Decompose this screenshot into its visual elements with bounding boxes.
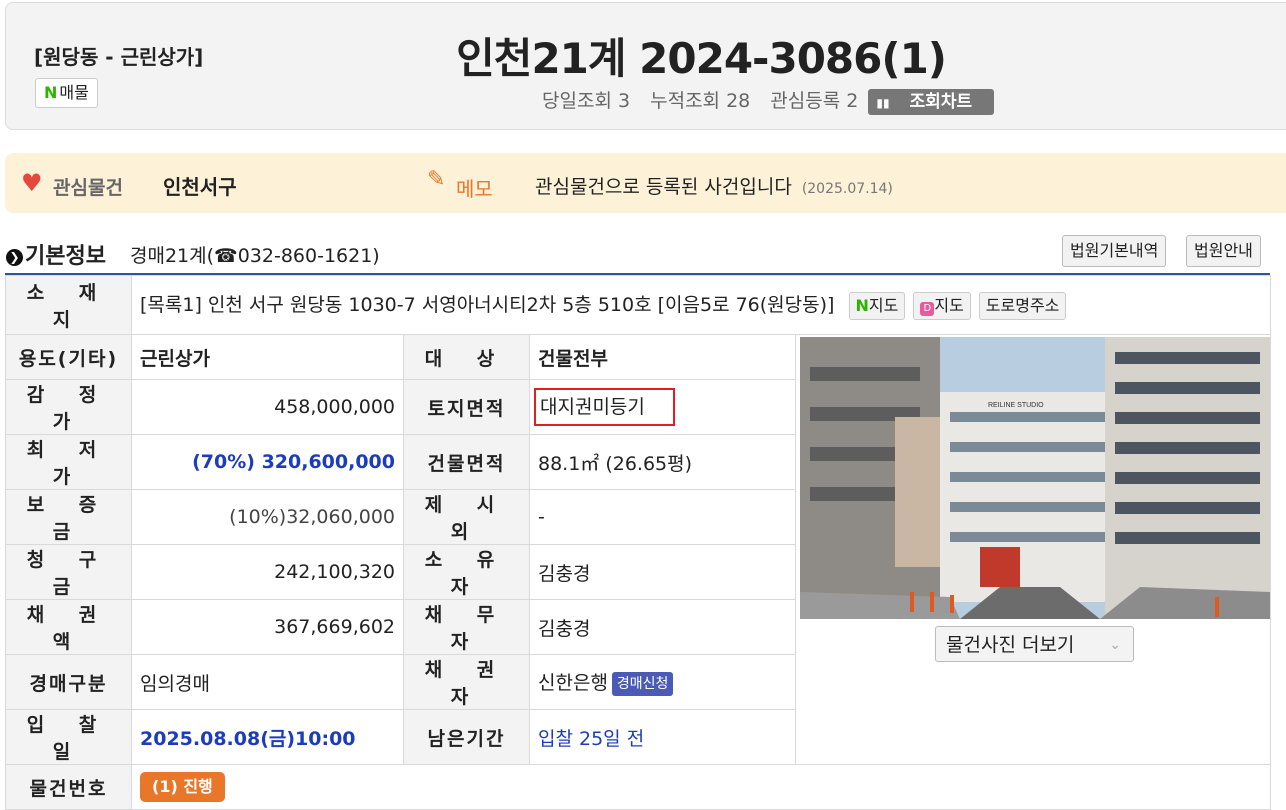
more-photos-button[interactable]: 물건사진 더보기 ⌄: [935, 626, 1134, 662]
view-chart-label: 조회차트: [909, 91, 973, 112]
debtor-value: 김충경: [529, 599, 796, 655]
building-area-value: 88.1㎡ (26.65평): [529, 434, 796, 490]
appraisal-label: 감 정 가: [5, 379, 132, 435]
item-number-cell: (1) 진행: [130, 764, 1272, 810]
creditor-value: 신한은행: [538, 672, 608, 695]
appraisal-value: 458,000,000: [131, 379, 404, 435]
deposit-label: 보 증 금: [5, 489, 132, 545]
remaining-label: 남은기간: [403, 709, 530, 765]
road-address-button[interactable]: 도로명주소: [978, 291, 1067, 320]
owner-value: 김충경: [529, 544, 796, 600]
more-photos-label: 물건사진 더보기: [946, 634, 1075, 656]
view-stats: 당일조회 3 누적조회 28 관심등록 2 ▮▮ 조회차트: [542, 86, 1008, 115]
chevron-down-icon: ⌄: [1109, 637, 1121, 653]
claim-value: 242,100,320: [131, 544, 404, 600]
location-value: [목록1] 인천 서구 원당동 1030-7 서영아너시티2차 5층 510호 …: [140, 294, 835, 317]
chevron-right-icon: ❯: [6, 249, 23, 266]
view-chart-button[interactable]: ▮▮ 조회차트: [868, 88, 995, 115]
property-photo[interactable]: REILINE STUDIO: [800, 337, 1270, 619]
usage-label: 용도(기타): [5, 334, 132, 380]
section-title-text: 기본정보: [25, 244, 106, 269]
item-status-badge[interactable]: (1) 진행: [140, 772, 225, 802]
favorite-group[interactable]: 인천서구: [163, 171, 237, 200]
pencil-icon[interactable]: ✎: [427, 167, 445, 192]
favorite-bar: ♥ 관심물건 인천서구 ✎ 메모 관심물건으로 등록된 사건입니다 (2025.0…: [5, 153, 1286, 213]
target-label: 대 상: [403, 334, 530, 380]
memo-text: 관심물건으로 등록된 사건입니다: [535, 176, 792, 198]
creditor-cell: 신한은행 경매신청: [529, 654, 796, 710]
daum-map-label: 지도: [934, 295, 964, 315]
bid-date-label: 입 찰 일: [5, 709, 132, 765]
bid-date-value: 2025.08.08(금)10:00: [131, 709, 404, 765]
auction-applicant-badge: 경매신청: [611, 671, 674, 696]
exclusion-label: 제 시 외: [403, 489, 530, 545]
section-title: ❯ 기본정보: [6, 238, 106, 270]
memo-text-wrap: 관심물건으로 등록된 사건입니다 (2025.07.14): [535, 172, 893, 199]
minimum-price-value: (70%) 320,600,000: [131, 434, 404, 490]
land-area-label: 토지면적: [403, 379, 530, 435]
deposit-value: (10%)32,060,000: [131, 489, 404, 545]
total-views: 누적조회 28: [650, 90, 751, 112]
court-contact: 경매21계(☎032-860-1621): [130, 245, 380, 267]
bar-chart-icon: ▮▮: [876, 95, 890, 110]
property-photo-image: REILINE STUDIO: [800, 337, 1270, 619]
daum-map-button[interactable]: D 지도: [913, 291, 971, 320]
interest-count: 관심등록 2: [770, 90, 859, 112]
daum-map-icon: D: [920, 301, 935, 316]
land-area-cell: 대지권미등기: [529, 379, 796, 435]
usage-value: 근린상가: [131, 334, 404, 380]
today-views: 당일조회 3: [542, 90, 631, 112]
favorite-label: 관심물건: [53, 177, 123, 199]
item-number-label: 물건번호: [5, 764, 132, 810]
remaining-value: 입찰 25일 전: [529, 709, 796, 765]
photo-sign-text: REILINE STUDIO: [988, 402, 1044, 409]
heart-icon[interactable]: ♥: [21, 169, 43, 197]
case-header: [원당동 - 근린상가] N 매물 인천21계 2024-3086(1) 당일조회…: [5, 2, 1286, 130]
owner-label: 소 유 자: [403, 544, 530, 600]
case-title: 인천21계 2024-3086(1): [456, 34, 947, 83]
auction-type-label: 경매구분: [5, 654, 132, 710]
naver-map-button[interactable]: N지도: [848, 291, 906, 320]
claim-label: 청 구 금: [5, 544, 132, 600]
photo-cell-bottom: [794, 709, 1272, 765]
building-area-label: 건물면적: [403, 434, 530, 490]
exclusion-value: -: [529, 489, 796, 545]
debtor-label: 채 무 자: [403, 599, 530, 655]
minimum-price-label: 최 저 가: [5, 434, 132, 490]
creditor-label: 채 권 자: [403, 654, 530, 710]
memo-label[interactable]: 메모: [456, 173, 493, 202]
location-cell: [목록1] 인천 서구 원당동 1030-7 서영아너시티2차 5층 510호 …: [130, 275, 1272, 335]
land-area-value: 대지권미등기: [534, 388, 675, 426]
auction-type-value: 임의경매: [131, 654, 404, 710]
court-details-button[interactable]: 법원기본내역: [1062, 235, 1167, 267]
credit-amount-label: 채 권 액: [5, 599, 132, 655]
naver-map-icon: N: [855, 295, 869, 315]
court-guide-button[interactable]: 법원안내: [1186, 235, 1261, 267]
location-label: 소 재 지: [5, 275, 132, 335]
target-value: 건물전부: [529, 334, 796, 380]
case-title-wrap: 인천21계 2024-3086(1): [6, 25, 947, 86]
naver-map-label: 지도: [868, 295, 899, 315]
credit-amount-value: 367,669,602: [131, 599, 404, 655]
memo-date: (2025.07.14): [801, 181, 893, 197]
